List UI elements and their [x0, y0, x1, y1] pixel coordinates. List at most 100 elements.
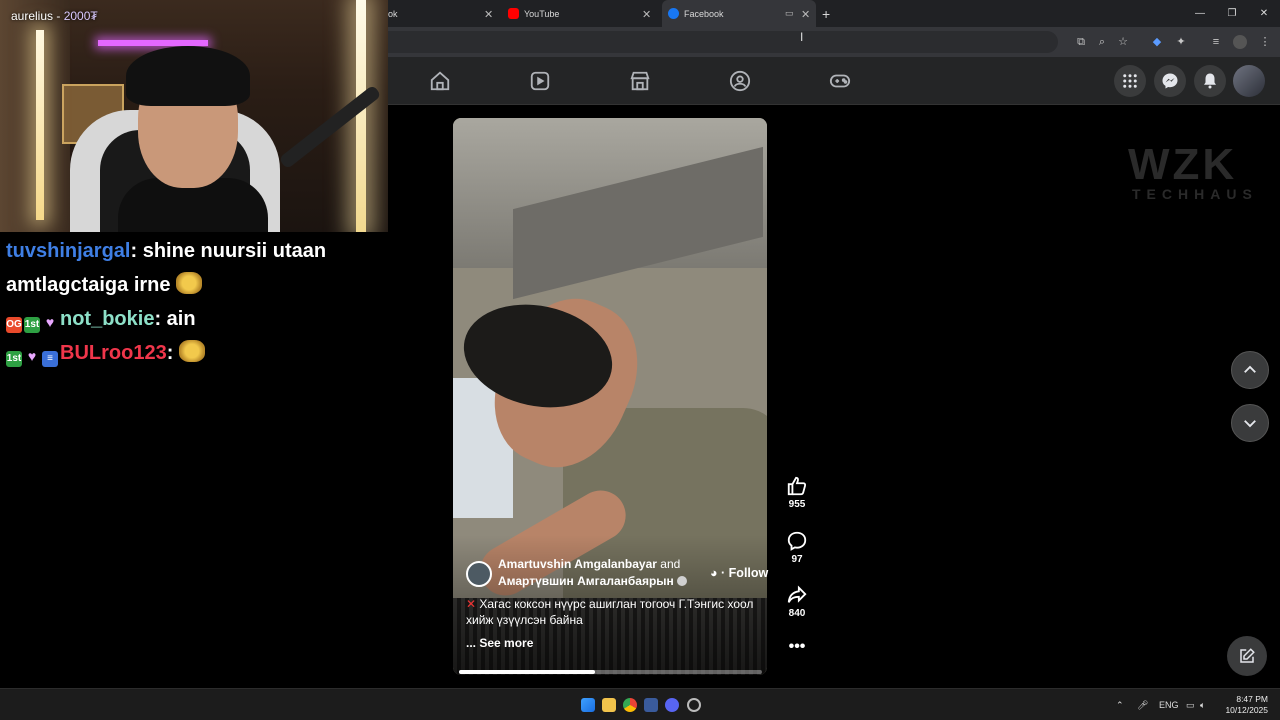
video-icon[interactable]: [529, 70, 551, 92]
steam-icon[interactable]: [644, 698, 658, 712]
close-tab-icon[interactable]: ✕: [801, 8, 810, 21]
share-icon: [787, 585, 807, 603]
watermark-logo: WZK: [1128, 140, 1238, 189]
language-indicator[interactable]: ENG: [1159, 700, 1179, 710]
address-field[interactable]: [388, 31, 1058, 53]
clock-time: 8:47 PM: [1236, 694, 1268, 704]
profile-avatar-icon[interactable]: [1233, 35, 1247, 49]
author-avatar[interactable]: [466, 561, 492, 587]
chat-message-continuation: amtlagctaiga irne: [6, 274, 171, 296]
new-tab-button[interactable]: +: [822, 0, 836, 27]
text-cursor-icon: I: [800, 30, 804, 44]
chat-username: tuvshinjargal: [6, 240, 131, 262]
author-and: and: [656, 557, 681, 571]
reel-video[interactable]: [453, 118, 767, 675]
zoom-icon[interactable]: ⌕: [1095, 35, 1109, 49]
close-tab-icon[interactable]: ✕: [484, 8, 493, 21]
thumbs-up-icon: [787, 476, 807, 496]
emote-icon: [176, 272, 203, 294]
obs-icon[interactable]: [687, 698, 701, 712]
media-control-icon[interactable]: ≡: [1209, 35, 1223, 49]
install-app-icon[interactable]: ⧉: [1074, 35, 1088, 49]
youtube-icon: [508, 8, 519, 19]
window-controls: — ❐ ✕: [1184, 0, 1280, 27]
webcam-lamp: [36, 30, 44, 220]
address-bar-row: ⧉ ⌕ ☆ ◆ ✦ ≡ ⋮: [388, 27, 1280, 57]
extension-icon[interactable]: ◆: [1150, 35, 1164, 49]
bell-icon: [1204, 73, 1216, 89]
chrome-icon[interactable]: [623, 698, 637, 712]
notifications-button[interactable]: [1194, 65, 1226, 97]
messenger-icon: [1162, 73, 1178, 89]
webcam-title: aurelius - 2000₮: [11, 9, 98, 23]
comment-button[interactable]: 97: [780, 530, 814, 565]
chat-line: tuvshinjargal: shine nuursii utaan: [6, 234, 386, 268]
share-button[interactable]: 840: [780, 584, 814, 619]
pip-icon[interactable]: ▭: [785, 8, 794, 19]
chat-colon: :: [166, 342, 179, 364]
windows-start-icon[interactable]: [581, 698, 595, 712]
clock[interactable]: 8:47 PM 10/12/2025: [1225, 694, 1268, 716]
next-reel-button[interactable]: [1231, 404, 1269, 442]
system-tray: ⌃ 🎤︎ ENG ▭ 🔈︎ 8:47 PM 10/12/2025: [1100, 689, 1280, 720]
restore-icon[interactable]: ❐: [1216, 0, 1248, 27]
comment-icon: [787, 531, 807, 551]
first-badge-icon: 1st: [24, 317, 40, 333]
see-more-link[interactable]: ... See more: [466, 636, 533, 650]
author-name[interactable]: Amartuvshin Amgalanbayar: [498, 557, 657, 571]
groups-icon[interactable]: [729, 70, 751, 92]
chat-line: 1st ♥ ≡ BULroo123:: [6, 336, 386, 370]
compose-icon: [1240, 648, 1255, 663]
reel-progress-bar[interactable]: [459, 670, 762, 674]
reel-author-line: Amartuvshin Amgalanbayar and: [498, 557, 680, 571]
facebook-navbar: [388, 57, 1280, 105]
stream-chat: tuvshinjargal: shine nuursii utaan amtla…: [6, 234, 386, 370]
chat-message: ain: [161, 308, 196, 330]
og-badge-icon: OG: [6, 317, 22, 333]
webcam-feed: [0, 0, 388, 232]
more-options-button[interactable]: •••: [780, 639, 814, 655]
close-tab-icon[interactable]: ✕: [642, 8, 651, 21]
tab-partial[interactable]: ok ✕: [388, 0, 498, 27]
webcam-title-name: aurelius -: [11, 9, 64, 23]
browser-menu-icon[interactable]: ⋮: [1258, 35, 1272, 49]
bookmark-star-icon[interactable]: ☆: [1116, 35, 1130, 49]
tab-youtube[interactable]: YouTube ✕: [508, 0, 658, 27]
discord-icon[interactable]: [665, 698, 679, 712]
close-icon[interactable]: ✕: [1248, 0, 1280, 27]
file-explorer-icon[interactable]: [602, 698, 616, 712]
author2-name[interactable]: Амартүвшин Амгаланбаярын: [498, 574, 674, 588]
extensions-puzzle-icon[interactable]: ✦: [1174, 35, 1188, 49]
webcam-streamer-hair: [126, 46, 250, 106]
account-avatar[interactable]: [1233, 65, 1265, 97]
volume-icon[interactable]: 🔈︎: [1200, 700, 1205, 711]
chevron-down-icon: [1244, 420, 1256, 428]
tab-label: YouTube: [524, 8, 560, 19]
home-icon[interactable]: [429, 70, 451, 92]
new-message-button[interactable]: [1227, 636, 1267, 676]
chat-line: OG 1st ♥ not_bokie: ain: [6, 302, 386, 336]
list-badge-icon: ≡: [42, 351, 58, 367]
webcam-lamp-right: [356, 0, 366, 232]
devil-badge-icon: ♥: [27, 348, 37, 364]
previous-reel-button[interactable]: [1231, 351, 1269, 389]
share-count: 840: [788, 608, 806, 619]
windows-taskbar: ⌃ 🎤︎ ENG ▭ 🔈︎ 8:47 PM 10/12/2025: [0, 688, 1280, 720]
minimize-icon[interactable]: —: [1184, 0, 1216, 27]
messenger-button[interactable]: [1154, 65, 1186, 97]
tab-facebook[interactable]: Facebook ▭ ✕: [662, 0, 816, 27]
network-icon[interactable]: ▭: [1186, 700, 1195, 711]
tray-overflow-icon[interactable]: ⌃: [1116, 700, 1124, 711]
tab-label: Facebook: [684, 8, 724, 19]
gaming-icon[interactable]: [829, 70, 851, 92]
caption-text: Хагас коксон нүүрс ашиглан тогооч Г.Тэнг…: [466, 597, 754, 627]
menu-grid-button[interactable]: [1114, 65, 1146, 97]
microphone-icon[interactable]: 🎤︎: [1137, 700, 1148, 711]
follow-label: · Follow: [721, 566, 769, 580]
reel-progress-fill: [459, 670, 596, 674]
marketplace-icon[interactable]: [629, 70, 651, 92]
like-button[interactable]: 955: [780, 475, 814, 510]
follow-button[interactable]: ◕ · Follow: [710, 566, 768, 580]
chevron-up-icon: [1244, 365, 1256, 373]
plus-icon: +: [822, 5, 831, 22]
